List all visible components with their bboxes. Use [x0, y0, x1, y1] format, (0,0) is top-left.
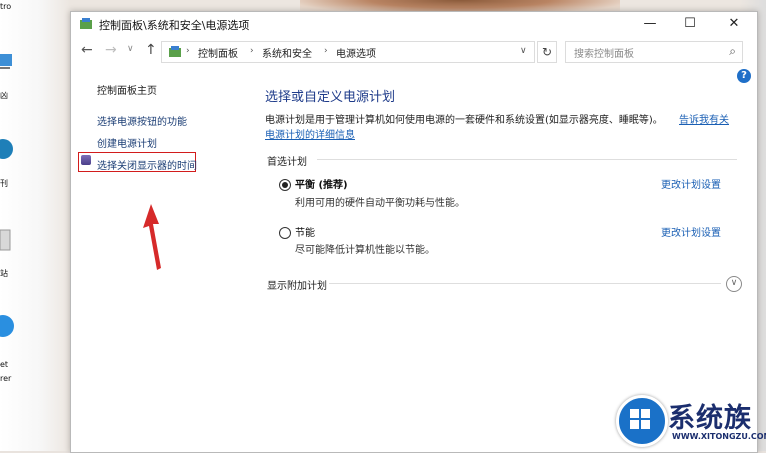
- watermark-text: 系统族: [668, 403, 752, 434]
- plan-name-balanced[interactable]: 平衡 (推荐): [295, 176, 348, 191]
- power-options-window: 控制面板\系统和安全\电源选项 — ☐ ✕ ← → ∨ ↑ › 控制面板 › 系…: [70, 11, 758, 453]
- sidebar-item-display-off-time[interactable]: 选择关闭显示器的时间: [97, 157, 197, 172]
- control-panel-icon: [169, 46, 181, 57]
- monitor-icon: [0, 54, 12, 69]
- recycle-bin-icon: [0, 229, 11, 251]
- radio-power-saver[interactable]: [279, 227, 291, 239]
- help-button[interactable]: ?: [737, 69, 751, 83]
- desktop-icon-computer[interactable]: 凶: [0, 52, 18, 100]
- address-bar[interactable]: › 控制面板 › 系统和安全 › 电源选项 ∨: [161, 41, 535, 63]
- preferred-plans-label: 首选计划: [267, 157, 307, 168]
- minimize-button[interactable]: —: [631, 12, 669, 36]
- radio-balanced[interactable]: [279, 179, 291, 191]
- desktop-icon-label: rer: [0, 374, 12, 383]
- desktop-icon-label: 刊: [0, 179, 8, 188]
- chevron-right-icon: ›: [324, 46, 328, 56]
- change-plan-settings-link-power-saver[interactable]: 更改计划设置: [661, 224, 721, 239]
- chevron-down-icon[interactable]: ∨: [520, 46, 527, 56]
- sidebar-item-power-buttons[interactable]: 选择电源按钮的功能: [97, 113, 187, 128]
- title-bar[interactable]: 控制面板\系统和安全\电源选项 — ☐ ✕: [71, 12, 757, 36]
- display-shield-icon: [81, 155, 91, 165]
- search-icon: ⌕: [729, 44, 736, 58]
- desktop-icon-label: tro: [0, 2, 12, 11]
- chevron-right-icon: ›: [186, 46, 190, 56]
- change-plan-settings-link-balanced[interactable]: 更改计划设置: [661, 176, 721, 191]
- forward-arrow-icon[interactable]: →: [105, 42, 117, 58]
- plan-desc-power-saver: 尽可能降低计算机性能以节能。: [295, 245, 435, 256]
- watermark-url: WWW.XITONGZU.COM: [672, 432, 766, 441]
- desktop-icon-label: 凶: [0, 91, 8, 100]
- globe-icon: [0, 139, 13, 159]
- refresh-icon: ↻: [541, 45, 553, 59]
- control-panel-icon: [80, 18, 92, 29]
- page-title: 选择或自定义电源计划: [265, 90, 396, 105]
- desktop-icon-ie[interactable]: et rer: [0, 312, 18, 383]
- search-input[interactable]: 搜索控制面板 ⌕: [565, 41, 743, 63]
- plan-name-power-saver[interactable]: 节能: [295, 224, 315, 239]
- close-button[interactable]: ✕: [715, 12, 753, 36]
- show-additional-plans-label[interactable]: 显示附加计划: [267, 277, 327, 292]
- up-arrow-icon[interactable]: ↑: [145, 42, 157, 58]
- divider: [329, 283, 721, 284]
- breadcrumb-system-security[interactable]: 系统和安全: [262, 45, 312, 60]
- plan-info-link[interactable]: 告诉我有关: [679, 111, 729, 126]
- refresh-button[interactable]: ↻: [537, 41, 557, 63]
- chevron-down-icon: ∨: [730, 278, 738, 288]
- divider: [317, 159, 737, 160]
- desktop-icon-recycle-bin[interactable]: 站: [0, 226, 18, 278]
- sidebar-item-control-panel-home[interactable]: 控制面板主页: [97, 82, 157, 97]
- desktop-icon-network[interactable]: 刊: [0, 136, 18, 188]
- desktop-icon-label: 站: [0, 269, 8, 278]
- sidebar-item-create-plan[interactable]: 创建电源计划: [97, 135, 157, 150]
- radio-selected-dot: [282, 182, 288, 188]
- window-title: 控制面板\系统和安全\电源选项: [99, 19, 250, 32]
- plan-desc-balanced: 利用可用的硬件自动平衡功耗与性能。: [295, 198, 465, 209]
- plan-info-link-continued[interactable]: 电源计划的详细信息: [265, 126, 355, 141]
- red-arrow-annotation: [143, 204, 161, 270]
- desktop-icon-label: et: [0, 360, 9, 369]
- plan-description-text: 电源计划是用于管理计算机如何使用电源的一套硬件和系统设置(如显示器亮度、睡眠等)…: [265, 115, 663, 126]
- breadcrumb-control-panel[interactable]: 控制面板: [198, 45, 238, 60]
- back-arrow-icon[interactable]: ←: [81, 42, 93, 58]
- maximize-button[interactable]: ☐: [671, 12, 709, 36]
- windows-logo-icon: [630, 409, 650, 429]
- internet-explorer-icon: [0, 315, 14, 337]
- address-row: ← → ∨ ↑ › 控制面板 › 系统和安全 › 电源选项 ∨ ↻ 搜索控制面板…: [71, 38, 757, 66]
- recent-locations-chevron-icon[interactable]: ∨: [127, 44, 134, 54]
- chevron-right-icon: ›: [250, 46, 254, 56]
- breadcrumb-power-options[interactable]: 电源选项: [336, 45, 376, 60]
- search-placeholder: 搜索控制面板: [574, 49, 634, 60]
- expand-additional-plans-button[interactable]: ∨: [726, 276, 742, 292]
